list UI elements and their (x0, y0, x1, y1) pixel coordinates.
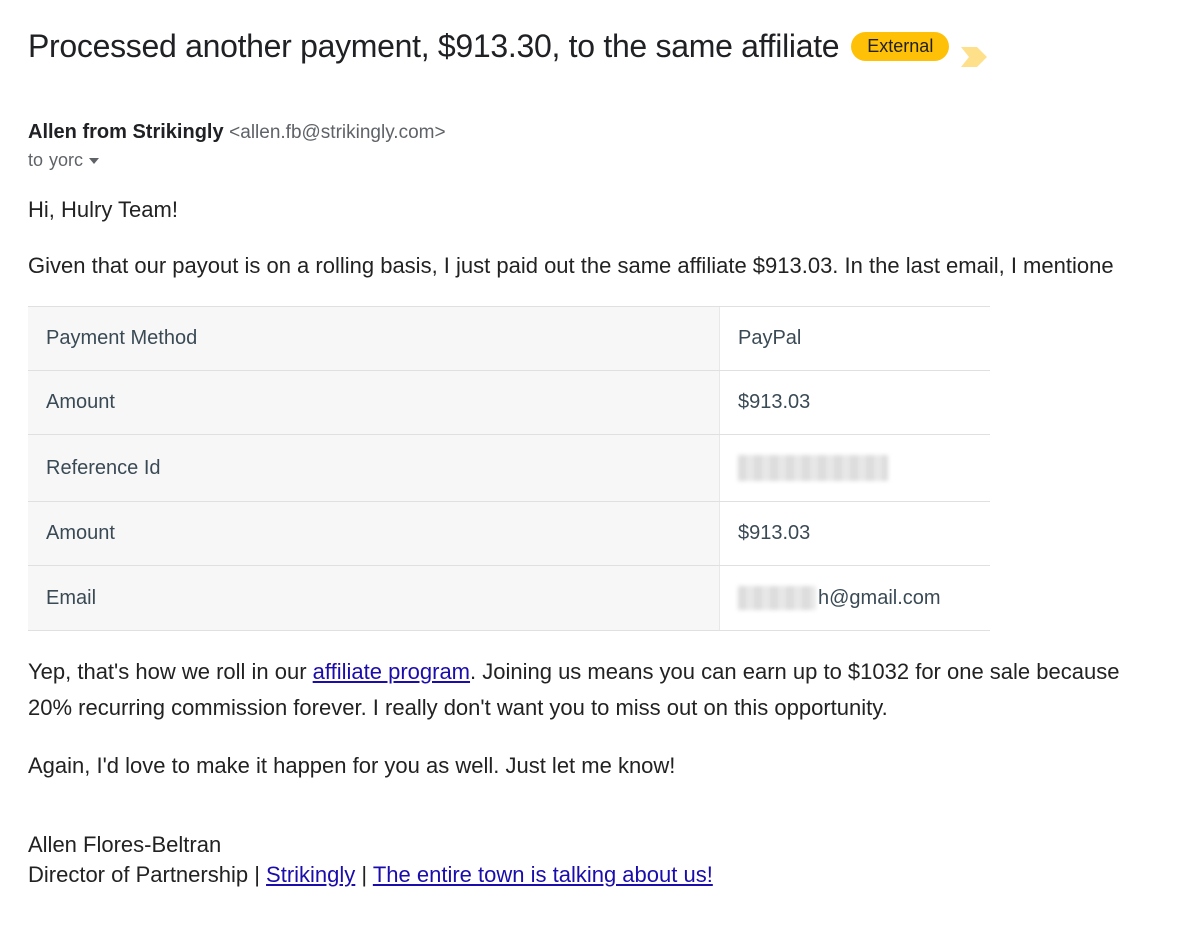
affiliate-program-link[interactable]: affiliate program (313, 659, 470, 684)
cell-value (720, 435, 990, 501)
sender-line: Allen from Strikingly <allen.fb@striking… (28, 121, 1200, 144)
cell-value: $913.03 (720, 371, 990, 434)
redacted-reference (738, 455, 888, 481)
cell-value: PayPal (720, 307, 990, 370)
subject-line: Processed another payment, $913.30, to t… (28, 28, 1200, 65)
paragraph-2: Yep, that's how we roll in our affiliate… (28, 657, 1200, 722)
signature-title-line: Director of Partnership | Strikingly | T… (28, 860, 1200, 890)
redacted-email-prefix (738, 586, 816, 610)
external-badge: External (851, 32, 949, 61)
signature-block: Allen Flores-Beltran Director of Partner… (28, 830, 1200, 889)
signature-title: Director of Partnership (28, 862, 248, 887)
p2-part-c: 20% recurring commission forever. I real… (28, 693, 1200, 723)
sig-sep: | (248, 862, 266, 887)
intro-paragraph: Given that our payout is on a rolling ba… (28, 251, 1200, 281)
p2-part-b: . Joining us means you can earn up to $1… (470, 659, 1119, 684)
sender-email: <allen.fb@strikingly.com> (229, 122, 445, 143)
sig-sep-2: | (355, 862, 373, 887)
table-row: Email h@gmail.com (28, 566, 990, 631)
cell-label: Amount (28, 371, 720, 434)
cell-label: Amount (28, 502, 720, 565)
p2-part-a: Yep, that's how we roll in our (28, 659, 313, 684)
to-prefix: to (28, 150, 43, 171)
cell-label: Email (28, 566, 720, 630)
table-row: Amount $913.03 (28, 502, 990, 566)
strikingly-link[interactable]: Strikingly (266, 862, 355, 887)
cell-value: $913.03 (720, 502, 990, 565)
email-subject: Processed another payment, $913.30, to t… (28, 28, 839, 65)
paragraph-3: Again, I'd love to make it happen for yo… (28, 751, 1200, 781)
table-row: Payment Method PayPal (28, 307, 990, 371)
greeting: Hi, Hulry Team! (28, 195, 1200, 225)
cell-value: h@gmail.com (720, 566, 990, 630)
payment-table: Payment Method PayPal Amount $913.03 Ref… (28, 306, 990, 631)
sender-name: Allen from Strikingly (28, 121, 224, 143)
email-suffix: h@gmail.com (818, 587, 941, 610)
chevron-down-icon[interactable] (89, 158, 99, 164)
table-row: Reference Id (28, 435, 990, 502)
recipient-line[interactable]: to yorc (28, 150, 1200, 171)
recipient-name: yorc (49, 150, 83, 171)
table-row: Amount $913.03 (28, 371, 990, 435)
cell-label: Payment Method (28, 307, 720, 370)
cell-label: Reference Id (28, 435, 720, 501)
press-link[interactable]: The entire town is talking about us! (373, 862, 713, 887)
signature-name: Allen Flores-Beltran (28, 830, 1200, 860)
